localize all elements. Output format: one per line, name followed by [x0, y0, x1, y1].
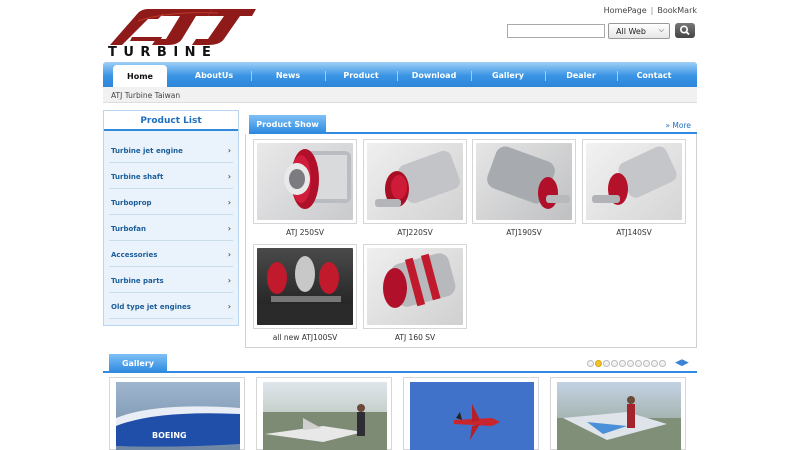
product-list-item[interactable]: Turbine jet engine ›: [109, 137, 233, 163]
product-caption[interactable]: ATJ190SV: [472, 228, 576, 237]
product-list-title: Product List: [140, 116, 202, 126]
chevron-right-icon: ›: [227, 198, 231, 207]
nav-dealer[interactable]: Dealer: [545, 62, 617, 87]
product-list-item-label: Turbine jet engine: [111, 147, 183, 155]
gallery-arrows: ◀▶: [675, 358, 689, 368]
product-caption[interactable]: all new ATJ100SV: [253, 333, 357, 342]
jet-in-sky-photo-icon: [410, 382, 534, 450]
pager-dot[interactable]: [627, 360, 634, 367]
nav-aboutus[interactable]: AboutUs: [177, 62, 251, 87]
more-link[interactable]: » More: [665, 121, 691, 130]
atj-logo-mark: [110, 9, 256, 45]
pager-dot-active[interactable]: [595, 360, 602, 367]
product-grid: ATJ 250SV ATJ220SV ATJ190SV ATJ140SV all…: [245, 134, 697, 348]
product-card[interactable]: [472, 139, 576, 224]
search-scope-select[interactable]: All Web ⌵: [608, 23, 670, 39]
chevron-right-icon: ›: [227, 172, 231, 181]
nav-contact[interactable]: Contact: [617, 62, 691, 87]
gallery-item[interactable]: [403, 377, 539, 450]
pager-dot[interactable]: [659, 360, 666, 367]
chevron-right-icon: ›: [227, 146, 231, 155]
gallery-item[interactable]: BOEING: [109, 377, 245, 450]
search-icon: [680, 25, 690, 36]
chevron-right-icon: ›: [227, 250, 231, 259]
product-card[interactable]: [363, 139, 467, 224]
pager-dot[interactable]: [619, 360, 626, 367]
product-card[interactable]: [363, 244, 467, 329]
chevron-right-icon: ›: [227, 302, 231, 311]
pager-dot[interactable]: [635, 360, 642, 367]
product-card[interactable]: [253, 244, 357, 329]
pager-dot[interactable]: [587, 360, 594, 367]
pager-dot[interactable]: [603, 360, 610, 367]
pager-dot[interactable]: [611, 360, 618, 367]
turbine-photo-icon: [257, 143, 353, 220]
product-list-header: Product List: [104, 111, 238, 131]
product-show-tab[interactable]: Product Show: [249, 115, 326, 133]
product-list-item[interactable]: Accessories ›: [109, 241, 233, 267]
product-list-item-label: Turbofan: [111, 225, 147, 233]
gallery-tab[interactable]: Gallery: [109, 354, 167, 372]
gallery-rule: [103, 371, 697, 373]
product-card[interactable]: [253, 139, 357, 224]
search-scope-value: All Web: [616, 27, 646, 36]
turbine-photo-icon: [367, 143, 463, 220]
pager-dot[interactable]: [643, 360, 650, 367]
logo-text: TURBINE: [108, 45, 218, 60]
product-list-item[interactable]: Old type jet engines ›: [109, 293, 233, 319]
nav-download[interactable]: Download: [397, 62, 471, 87]
product-list-panel: Product List Turbine jet engine › Turbine…: [103, 110, 239, 326]
gallery-item[interactable]: [550, 377, 686, 450]
arrow-right-icon[interactable]: ▶: [682, 358, 689, 368]
nav-home[interactable]: Home: [113, 65, 167, 87]
homepage-link[interactable]: HomePage: [604, 6, 647, 15]
boeing-plane-photo-icon: BOEING: [116, 382, 240, 450]
breadcrumb: ATJ Turbine Taiwan: [103, 87, 697, 103]
turbine-photo-icon: [476, 143, 572, 220]
gallery-section: Gallery ◀▶ BOEING: [103, 354, 697, 450]
svg-text:BOEING: BOEING: [152, 431, 187, 440]
product-show-panel: Product Show » More ATJ 250SV ATJ220SV A…: [245, 115, 697, 348]
search-button[interactable]: [675, 23, 695, 38]
turbine-photo-icon: [586, 143, 682, 220]
product-list-item[interactable]: Turbine shaft ›: [109, 163, 233, 189]
product-list-item-label: Turboprop: [111, 199, 152, 207]
turbine-photo-icon: [257, 248, 353, 325]
nav-product[interactable]: Product: [325, 62, 397, 87]
product-list-item-label: Turbine parts: [111, 277, 164, 285]
product-list-item-label: Turbine shaft: [111, 173, 164, 181]
pager-dot[interactable]: [651, 360, 658, 367]
main-nav: Home AboutUs News Product Download Galle…: [103, 62, 697, 87]
jet-model-photo-icon: [263, 382, 387, 450]
product-caption[interactable]: ATJ220SV: [363, 228, 467, 237]
link-separator: |: [650, 6, 654, 15]
product-list-item[interactable]: Turbofan ›: [109, 215, 233, 241]
jet-at-show-photo-icon: [557, 382, 681, 450]
chevron-down-icon: ⌵: [658, 26, 664, 34]
product-card[interactable]: [582, 139, 686, 224]
more-label: More: [672, 121, 691, 130]
chevron-right-icon: ›: [227, 224, 231, 233]
gallery-item[interactable]: [256, 377, 392, 450]
top-links: HomePage | BookMark: [604, 6, 697, 15]
product-caption[interactable]: ATJ 160 SV: [363, 333, 467, 342]
product-caption[interactable]: ATJ 250SV: [253, 228, 357, 237]
turbine-photo-icon: [367, 248, 463, 325]
product-list-item-label: Accessories: [111, 251, 158, 259]
search-input[interactable]: [507, 24, 605, 38]
nav-gallery[interactable]: Gallery: [471, 62, 545, 87]
chevron-right-icon: ›: [227, 276, 231, 285]
nav-news[interactable]: News: [251, 62, 325, 87]
product-list-item[interactable]: Turbine parts ›: [109, 267, 233, 293]
breadcrumb-text: ATJ Turbine Taiwan: [111, 91, 181, 100]
product-caption[interactable]: ATJ140SV: [582, 228, 686, 237]
bookmark-link[interactable]: BookMark: [657, 6, 697, 15]
arrow-left-icon[interactable]: ◀: [675, 358, 682, 368]
product-list-item[interactable]: Turboprop ›: [109, 189, 233, 215]
product-list-item-label: Old type jet engines: [111, 303, 191, 311]
site-logo[interactable]: TURBINE: [108, 7, 258, 60]
